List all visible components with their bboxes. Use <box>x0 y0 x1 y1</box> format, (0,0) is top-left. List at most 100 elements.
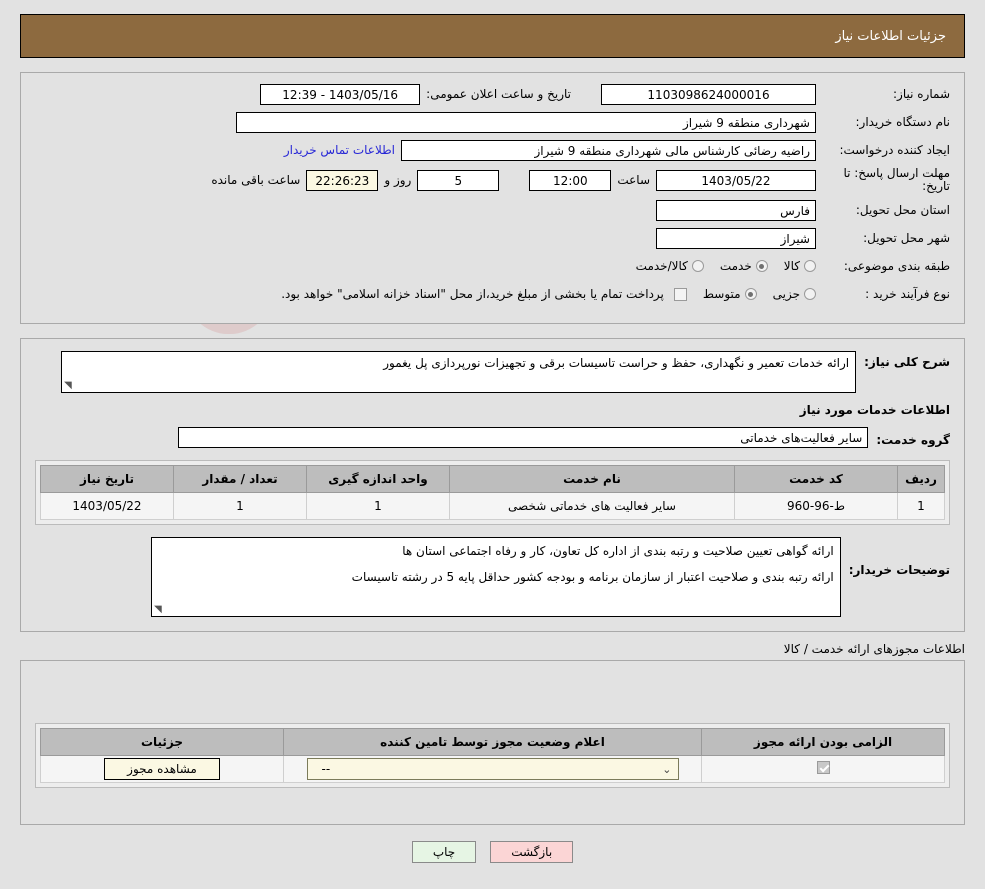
category-radio-khedmat[interactable] <box>755 260 768 272</box>
process-label-jozi: جزیی <box>772 287 800 301</box>
deadline-label: مهلت ارسال پاسخ: تا تاریخ: <box>843 166 950 193</box>
row-province: استان محل تحویل: فارس <box>35 199 950 221</box>
page-title: جزئیات اطلاعات نیاز <box>835 28 946 44</box>
col-name: نام خدمت <box>449 465 735 493</box>
resize-grip-icon[interactable]: ◤ <box>154 604 162 615</box>
cell-permit-details: مشاهده مجوز <box>40 755 284 783</box>
row-service-group: گروه خدمت: سایر فعالیت‌های خدماتی <box>35 427 950 448</box>
remaining-timer-value: 22:26:23 <box>306 169 379 191</box>
process-label: نوع فرآیند خرید : <box>865 287 950 301</box>
treasury-bond-note: پرداخت تمام یا بخشی از مبلغ خرید،از محل … <box>281 287 664 301</box>
need-description-value: ارائه خدمات تعمیر و نگهداری، حفظ و حراست… <box>383 356 850 370</box>
need-info-panel: شماره نیاز: 1103098624000016 تاریخ و ساع… <box>20 72 965 324</box>
need-description-textarea[interactable]: ارائه خدمات تعمیر و نگهداری، حفظ و حراست… <box>61 351 857 393</box>
row-process-type: نوع فرآیند خرید : جزیی متوسط پرداخت تمام… <box>35 283 950 305</box>
deadline-date-value: 1403/05/22 <box>656 169 816 191</box>
resize-grip-icon[interactable]: ◤ <box>64 380 72 391</box>
permits-section-title: اطلاعات مجوزهای ارائه خدمت / کالا <box>783 642 965 656</box>
col-permit-status: اعلام وضعیت مجوز توسط تامین کننده <box>283 728 702 756</box>
footer-actions: بازگشت چاپ <box>0 841 985 863</box>
buyer-notes-line-1: ارائه گواهی تعیین صلاحیت و رتبه بندی از … <box>402 544 834 558</box>
category-label-khedmat: خدمت <box>719 259 752 273</box>
chevron-down-icon: ⌄ <box>662 762 672 776</box>
col-permit-required: الزامی بودن ارائه مجوز <box>701 728 945 756</box>
cell-qty: 1 <box>173 492 307 520</box>
cell-unit: 1 <box>306 492 450 520</box>
category-label-kala: کالا <box>783 259 800 273</box>
row-need-number: شماره نیاز: 1103098624000016 تاریخ و ساع… <box>35 83 950 105</box>
category-label: طبقه بندی موضوعی: <box>843 259 950 273</box>
need-number-label: شماره نیاز: <box>893 87 950 101</box>
permits-table-header-row: الزامی بودن ارائه مجوز اعلام وضعیت مجوز … <box>40 728 945 756</box>
permits-table-wrapper: الزامی بودن ارائه مجوز اعلام وضعیت مجوز … <box>35 723 950 788</box>
process-radio-group: جزیی متوسط پرداخت تمام یا بخشی از مبلغ خ… <box>269 287 816 301</box>
process-radio-motevaset[interactable] <box>744 288 757 300</box>
permit-status-value: -- <box>321 762 331 776</box>
city-value: شیراز <box>656 227 816 249</box>
print-button[interactable]: چاپ <box>411 841 477 863</box>
permits-panel: الزامی بودن ارائه مجوز اعلام وضعیت مجوز … <box>20 660 965 825</box>
remaining-hours-label: ساعت باقی مانده <box>211 173 301 187</box>
col-unit: واحد اندازه گیری <box>306 465 450 493</box>
need-description-panel: شرح کلی نیاز: ارائه خدمات تعمیر و نگهدار… <box>20 338 965 632</box>
cell-name: سایر فعالیت های خدماتی شخصی <box>449 492 735 520</box>
hour-label: ساعت <box>617 173 650 187</box>
page-header: جزئیات اطلاعات نیاز <box>20 14 965 58</box>
row-need-description: شرح کلی نیاز: ارائه خدمات تعمیر و نگهدار… <box>35 351 950 393</box>
days-label: روز و <box>384 173 412 187</box>
col-row: ردیف <box>897 465 945 493</box>
remaining-days-value: 5 <box>417 169 500 191</box>
cell-permit-required <box>701 755 945 783</box>
process-label-motevaset: متوسط <box>702 287 741 301</box>
cell-code: ط-96-960 <box>734 492 898 520</box>
view-permit-button[interactable]: مشاهده مجوز <box>104 758 220 780</box>
row-city: شهر محل تحویل: شیراز <box>35 227 950 249</box>
creator-label: ایجاد کننده درخواست: <box>839 143 950 157</box>
services-table-wrapper: ردیف کد خدمت نام خدمت واحد اندازه گیری ت… <box>35 460 950 525</box>
row-buyer-org: نام دستگاه خریدار: شهرداری منطقه 9 شیراز <box>35 111 950 133</box>
treasury-bond-checkbox[interactable] <box>673 287 687 301</box>
province-value: فارس <box>656 199 816 221</box>
table-row: 1 ط-96-960 سایر فعالیت های خدماتی شخصی 1… <box>40 492 945 520</box>
col-code: کد خدمت <box>734 465 898 493</box>
cell-permit-status: ⌄ -- <box>283 755 702 783</box>
buyer-notes-line-2: ارائه رتبه بندی و صلاحیت اعتبار از سازما… <box>351 570 834 584</box>
buyer-org-value: شهرداری منطقه 9 شیراز <box>236 111 816 133</box>
public-announce-value: 1403/05/16 - 12:39 <box>260 83 421 105</box>
services-section-title: اطلاعات خدمات مورد نیاز <box>799 403 950 417</box>
deadline-hour-value: 12:00 <box>529 169 612 191</box>
row-creator: ایجاد کننده درخواست: راضیه رضائی کارشناس… <box>35 139 950 161</box>
need-description-label: شرح کلی نیاز: <box>864 355 950 369</box>
category-radio-group: کالا خدمت کالا/خدمت <box>624 259 816 273</box>
row-deadline: مهلت ارسال پاسخ: تا تاریخ: 1403/05/22 سا… <box>35 167 950 193</box>
need-number-value: 1103098624000016 <box>601 83 816 105</box>
col-qty: تعداد / مقدار <box>173 465 307 493</box>
buyer-notes-label: توضیحات خریدار: <box>848 563 950 577</box>
buyer-org-label: نام دستگاه خریدار: <box>855 115 951 129</box>
permit-required-checkbox <box>816 761 830 774</box>
province-label: استان محل تحویل: <box>855 203 950 217</box>
permit-status-select[interactable]: ⌄ -- <box>306 758 679 780</box>
row-buyer-notes: توضیحات خریدار: ارائه گواهی تعیین صلاحیت… <box>35 537 950 617</box>
cell-row: 1 <box>897 492 945 520</box>
services-table-header-row: ردیف کد خدمت نام خدمت واحد اندازه گیری ت… <box>40 465 945 493</box>
category-label-kala-khedmat: کالا/خدمت <box>635 259 688 273</box>
services-table: ردیف کد خدمت نام خدمت واحد اندازه گیری ت… <box>40 465 945 520</box>
buyer-contact-link[interactable]: اطلاعات تماس خریدار <box>284 143 395 157</box>
process-radio-jozi[interactable] <box>804 288 816 300</box>
creator-value: راضیه رضائی کارشناس مالی شهرداری منطقه 9… <box>401 139 816 161</box>
city-label: شهر محل تحویل: <box>863 231 950 245</box>
row-category: طبقه بندی موضوعی: کالا خدمت کالا/خدمت <box>35 255 950 277</box>
service-group-label: گروه خدمت: <box>876 432 950 447</box>
service-group-value: سایر فعالیت‌های خدماتی <box>178 427 869 448</box>
category-radio-kala-khedmat[interactable] <box>691 260 704 272</box>
permits-table: الزامی بودن ارائه مجوز اعلام وضعیت مجوز … <box>40 728 945 783</box>
category-radio-kala[interactable] <box>804 260 816 272</box>
back-button[interactable]: بازگشت <box>490 841 574 863</box>
buyer-notes-textarea[interactable]: ارائه گواهی تعیین صلاحیت و رتبه بندی از … <box>150 537 841 617</box>
col-permit-details: جزئیات <box>40 728 284 756</box>
public-announce-label: تاریخ و ساعت اعلان عمومی: <box>426 87 571 101</box>
col-date: تاریخ نیاز <box>40 465 174 493</box>
table-row: ⌄ -- مشاهده مجوز <box>40 755 945 783</box>
cell-date: 1403/05/22 <box>40 492 174 520</box>
